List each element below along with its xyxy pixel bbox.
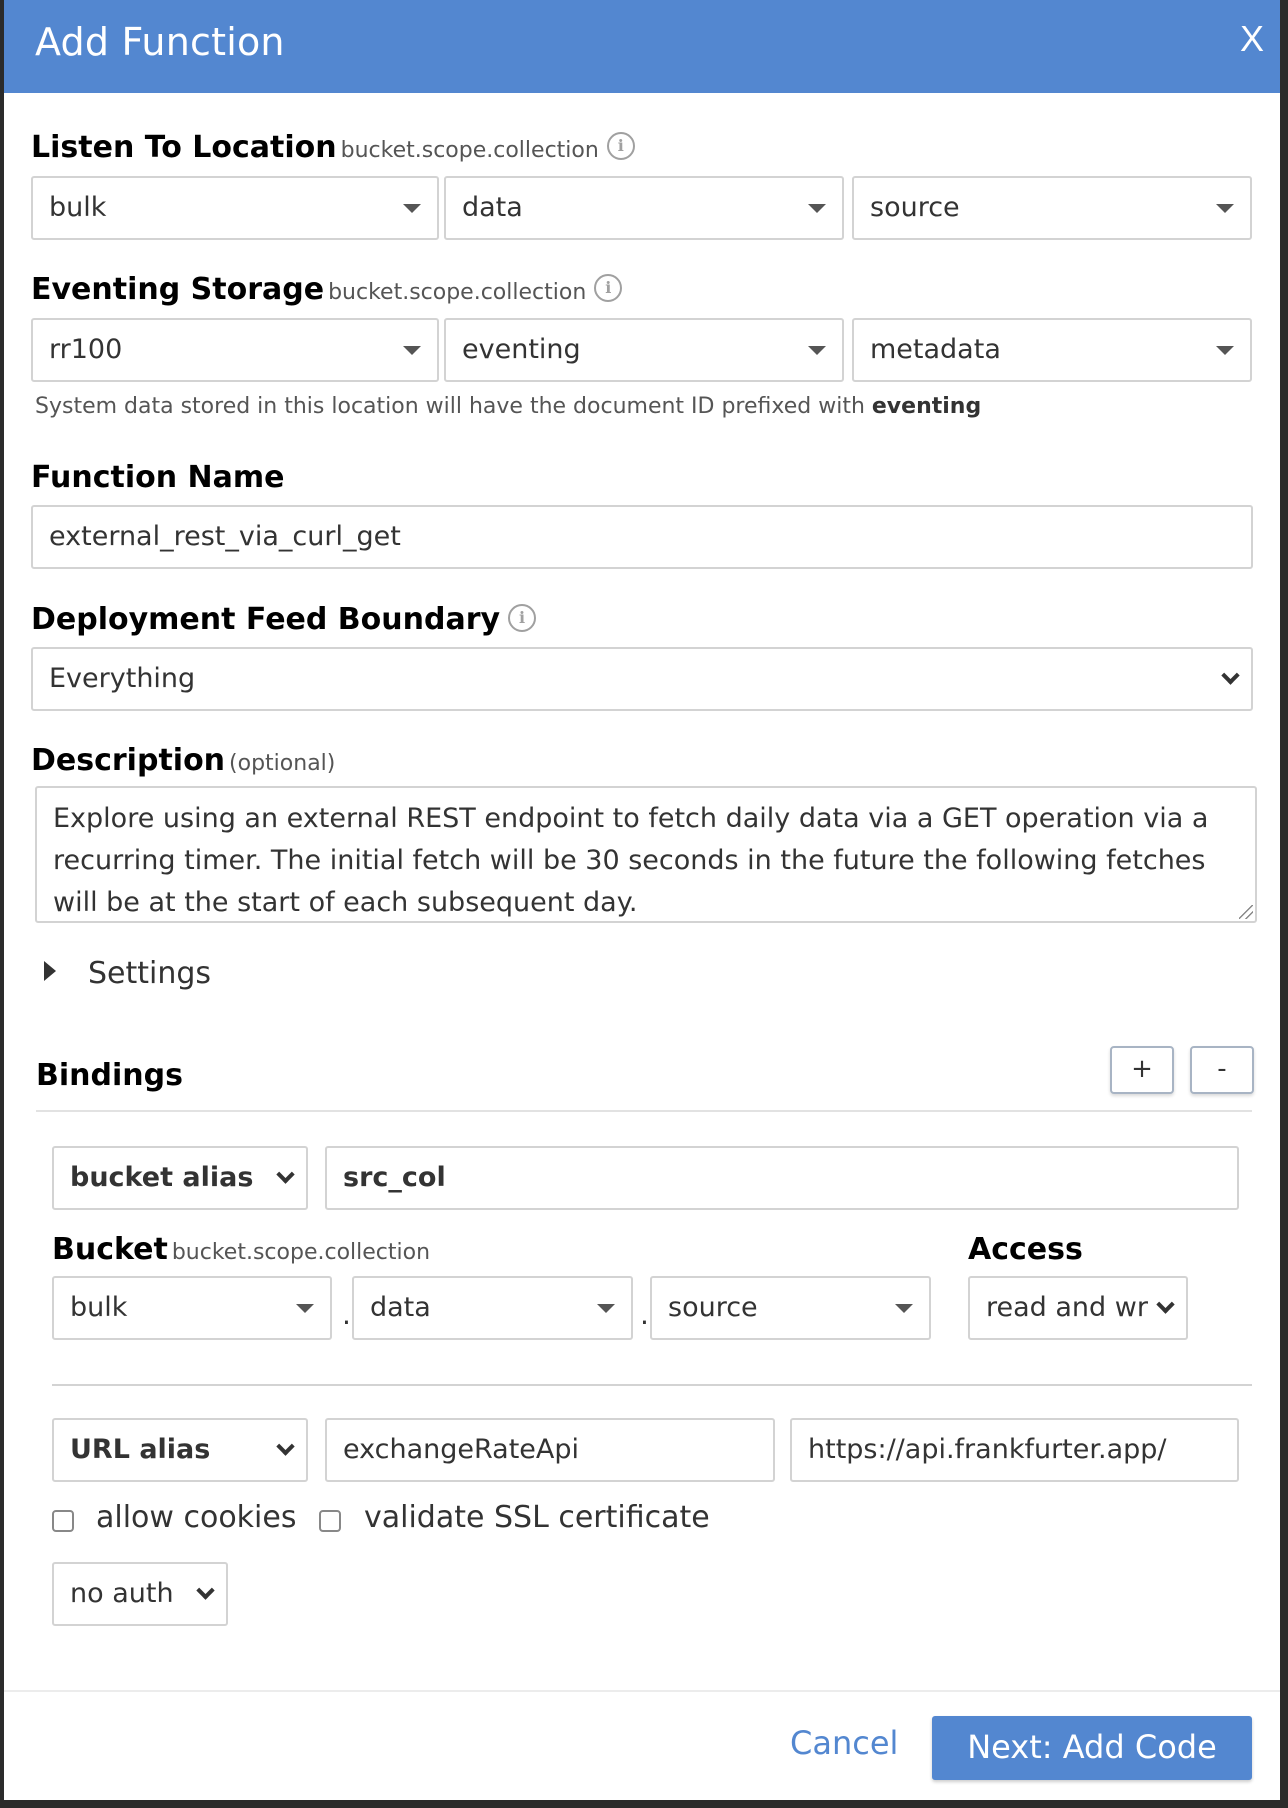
bindings-divider xyxy=(36,1110,1252,1112)
storage-bucket-select[interactable]: rr100 xyxy=(31,318,439,382)
access-label: Access xyxy=(968,1232,1083,1267)
settings-toggle[interactable]: Settings xyxy=(44,956,211,991)
chevron-down-icon xyxy=(196,1581,215,1600)
footer-divider xyxy=(4,1690,1280,1692)
add-function-dialog: Add Function X Listen To Location bucket.… xyxy=(4,0,1280,1800)
storage-prefix: eventing xyxy=(871,394,982,419)
eventing-storage-title: Eventing Storage xyxy=(31,272,325,307)
description-optional: (optional) xyxy=(229,751,336,776)
chevron-down-icon xyxy=(1156,1295,1175,1314)
dialog-title: Add Function xyxy=(35,20,285,64)
function-name-input[interactable]: external_rest_via_curl_get xyxy=(31,505,1253,569)
listen-collection-select[interactable]: source xyxy=(852,176,1252,240)
chevron-down-icon xyxy=(276,1165,295,1184)
dropdown-arrow-icon xyxy=(1216,204,1234,213)
feed-boundary-select[interactable]: Everything xyxy=(31,647,1253,711)
auth-select[interactable]: no auth xyxy=(52,1562,228,1626)
feed-boundary-label: Deployment Feed Boundary i xyxy=(31,602,537,637)
listen-scope-select[interactable]: data xyxy=(444,176,844,240)
add-binding-button[interactable]: + xyxy=(1110,1046,1174,1094)
cancel-button[interactable]: Cancel xyxy=(790,1724,898,1762)
description-label: Description (optional) xyxy=(31,743,335,778)
dropdown-arrow-icon xyxy=(808,204,826,213)
remove-binding-button[interactable]: - xyxy=(1190,1046,1254,1094)
listen-to-title: Listen To Location xyxy=(31,130,337,165)
resize-handle-icon[interactable] xyxy=(1239,905,1253,919)
next-add-code-button[interactable]: Next: Add Code xyxy=(932,1716,1252,1780)
binding-type-select[interactable]: bucket alias xyxy=(52,1146,308,1210)
info-icon[interactable]: i xyxy=(606,132,635,160)
dropdown-arrow-icon xyxy=(296,1304,314,1313)
feed-boundary-title: Deployment Feed Boundary xyxy=(31,602,501,637)
validate-ssl-label: validate SSL certificate xyxy=(364,1500,710,1535)
eventing-storage-sublabel: bucket.scope.collection xyxy=(328,280,587,305)
binding-bucket-title: Bucket xyxy=(52,1232,168,1267)
bindings-label: Bindings xyxy=(36,1058,183,1093)
dialog-header: Add Function X xyxy=(4,0,1280,93)
allow-cookies-checkbox[interactable] xyxy=(52,1510,74,1532)
collection-separator: . xyxy=(640,1298,649,1331)
eventing-storage-label: Eventing Storage bucket.scope.collection i xyxy=(31,272,623,307)
url-alias-input[interactable]: exchangeRateApi xyxy=(325,1418,775,1482)
dropdown-arrow-icon xyxy=(808,346,826,355)
bucket-alias-input[interactable]: src_col xyxy=(325,1146,1239,1210)
scope-separator: . xyxy=(342,1298,351,1331)
url-input[interactable]: https://api.frankfurter.app/ xyxy=(790,1418,1239,1482)
dropdown-arrow-icon xyxy=(403,346,421,355)
function-name-label: Function Name xyxy=(31,460,285,495)
info-icon[interactable]: i xyxy=(594,274,623,302)
validate-ssl-checkbox[interactable] xyxy=(319,1510,341,1532)
binding-scope-select[interactable]: data xyxy=(352,1276,633,1340)
description-textarea[interactable]: Explore using an external REST endpoint … xyxy=(35,786,1257,923)
listen-to-sublabel: bucket.scope.collection xyxy=(340,138,599,163)
storage-scope-select[interactable]: eventing xyxy=(444,318,844,382)
storage-collection-select[interactable]: metadata xyxy=(852,318,1252,382)
listen-bucket-select[interactable]: bulk xyxy=(31,176,439,240)
listen-to-label: Listen To Location bucket.scope.collectio… xyxy=(31,130,635,165)
dropdown-arrow-icon xyxy=(597,1304,615,1313)
dropdown-arrow-icon xyxy=(403,204,421,213)
binding-bucket-sublabel: bucket.scope.collection xyxy=(171,1240,431,1265)
info-icon[interactable]: i xyxy=(508,604,537,632)
binding-bucket-label: Bucket bucket.scope.collection xyxy=(52,1232,430,1267)
caret-right-icon xyxy=(44,961,56,981)
dropdown-arrow-icon xyxy=(895,1304,913,1313)
binding-bucket-select[interactable]: bulk xyxy=(52,1276,332,1340)
binding-divider xyxy=(52,1384,1252,1386)
description-title: Description xyxy=(31,743,226,778)
binding-collection-select[interactable]: source xyxy=(650,1276,931,1340)
chevron-down-icon xyxy=(276,1437,295,1456)
allow-cookies-label: allow cookies xyxy=(96,1500,297,1535)
storage-help-text: System data stored in this location will… xyxy=(35,394,982,419)
chevron-down-icon xyxy=(1221,666,1240,685)
close-button[interactable]: X xyxy=(1240,18,1264,60)
access-select[interactable]: read and wr xyxy=(968,1276,1188,1340)
url-binding-type-select[interactable]: URL alias xyxy=(52,1418,308,1482)
dropdown-arrow-icon xyxy=(1216,346,1234,355)
